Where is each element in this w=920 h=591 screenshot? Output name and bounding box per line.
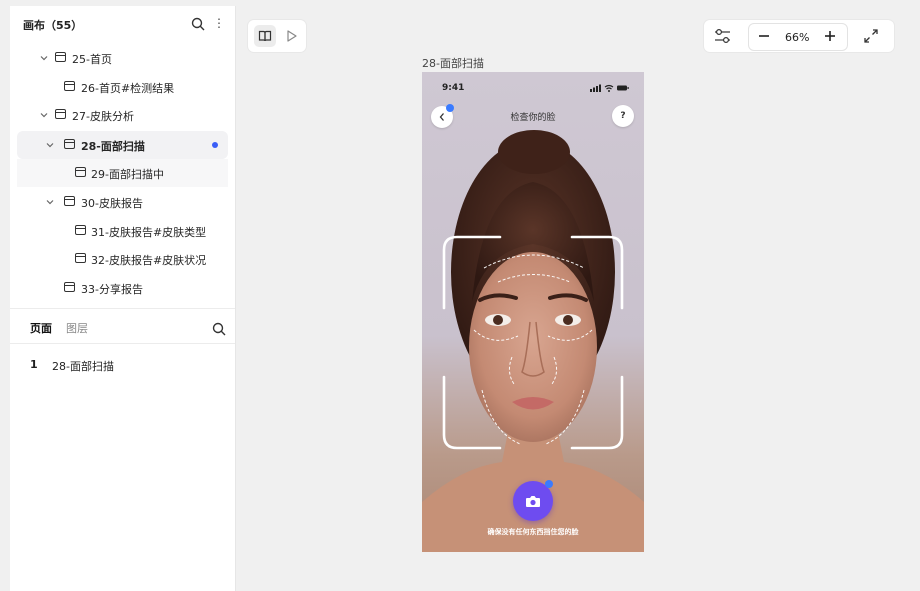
expand-icon[interactable]: [863, 28, 879, 44]
tree-item-label: 33-分享报告: [81, 283, 143, 296]
page-list-item[interactable]: 1 28-面部扫描: [10, 352, 235, 376]
zoom-in-icon[interactable]: [823, 29, 837, 43]
capture-button[interactable]: [513, 480, 553, 521]
tree-item[interactable]: 33-分享报告: [17, 274, 228, 302]
mode-switch: [248, 20, 306, 52]
artboard-label[interactable]: 28-面部扫描: [422, 55, 484, 71]
frame-icon: [64, 196, 75, 206]
zoom-toolbar: 66%: [704, 20, 894, 52]
scan-hint: 确保没有任何东西挡住您的脸: [487, 528, 579, 536]
page-tree: 25-首页 26-首页#检测结果 27-皮肤分析 28-面部扫描 29-面部扫描…: [10, 42, 235, 308]
canvas-title: 画布（55）: [23, 19, 83, 32]
frame-icon: [55, 52, 66, 62]
chevron-down-icon[interactable]: [39, 53, 49, 63]
tree-item[interactable]: 32-皮肤报告#皮肤状况: [17, 245, 228, 273]
status-time: 9:41: [442, 83, 465, 93]
camera-icon: [526, 496, 540, 507]
notification-badge: [545, 480, 553, 488]
screen-title: 检查你的脸: [510, 113, 556, 123]
tree-item[interactable]: 30-皮肤报告: [17, 188, 228, 216]
more-icon[interactable]: ⋮: [213, 16, 225, 32]
left-panel: 画布（55） ⋮ 25-首页 26-首页#检测结果 27-皮肤分析 28-面部扫…: [10, 6, 236, 591]
zoom-control: 66%: [748, 23, 848, 51]
status-icons: [590, 84, 629, 92]
tree-item-label: 27-皮肤分析: [72, 110, 134, 123]
tree-item-label: 31-皮肤报告#皮肤类型: [91, 226, 207, 239]
frame-icon: [55, 109, 66, 119]
play-icon: [287, 30, 297, 42]
artboard-frame[interactable]: 9:41 检查你的脸 ? 确保没有任何东西挡住您的脸: [422, 72, 644, 552]
tree-item-label: 28-面部扫描: [81, 140, 145, 153]
frame-icon: [75, 253, 86, 263]
status-bar: 9:41: [422, 72, 644, 102]
tab-pages[interactable]: 页面: [30, 320, 52, 336]
search-icon[interactable]: [191, 17, 205, 31]
tree-item[interactable]: 29-面部扫描中: [17, 159, 228, 187]
book-icon: [258, 30, 272, 42]
sliders-icon[interactable]: [714, 28, 731, 44]
panel-divider: [10, 308, 235, 309]
canvas-header: 画布（55） ⋮: [10, 6, 235, 42]
tree-item[interactable]: 27-皮肤分析: [17, 101, 228, 129]
chevron-down-icon[interactable]: [39, 110, 49, 120]
panel-divider: [10, 343, 235, 344]
tree-item-selected[interactable]: 28-面部扫描: [17, 131, 228, 159]
tree-item-label: 26-首页#检测结果: [81, 82, 175, 95]
zoom-out-icon[interactable]: [757, 29, 771, 43]
chevron-down-icon[interactable]: [45, 140, 55, 150]
tree-item[interactable]: 25-首页: [17, 44, 228, 72]
face-photo: [422, 130, 644, 552]
tree-item[interactable]: 26-首页#检测结果: [17, 73, 228, 101]
frame-icon: [75, 225, 86, 235]
chevron-down-icon[interactable]: [45, 197, 55, 207]
selected-dot: [212, 142, 218, 148]
tree-item-label: 32-皮肤报告#皮肤状况: [91, 254, 207, 267]
tree-item[interactable]: 31-皮肤报告#皮肤类型: [17, 217, 228, 245]
panel-tabs: 页面 图层: [10, 310, 235, 344]
search-icon[interactable]: [212, 322, 226, 336]
frame-icon: [64, 81, 75, 91]
page-name: 28-面部扫描: [52, 360, 114, 373]
tab-layers[interactable]: 图层: [66, 320, 88, 336]
tree-item-label: 30-皮肤报告: [81, 197, 143, 210]
design-mode-button[interactable]: [254, 25, 276, 47]
tree-item-label: 25-首页: [72, 53, 112, 66]
zoom-level[interactable]: 66%: [785, 31, 809, 44]
preview-button[interactable]: [280, 25, 302, 47]
frame-icon: [64, 282, 75, 292]
page-number: 1: [30, 358, 38, 371]
frame-icon: [75, 167, 86, 177]
tree-item-label: 29-面部扫描中: [91, 168, 164, 181]
frame-icon: [64, 139, 75, 149]
help-button[interactable]: ?: [612, 105, 634, 127]
